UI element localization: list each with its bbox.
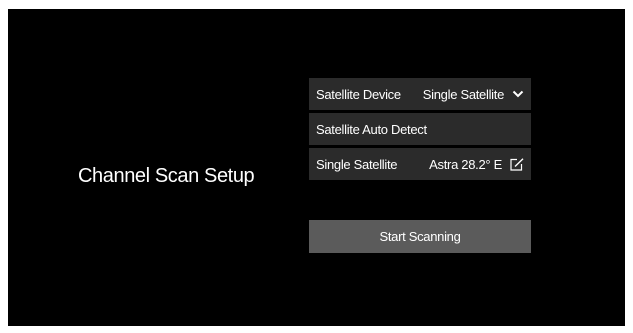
satellite-device-value: Single Satellite [422, 86, 505, 102]
single-satellite-value-group: Astra 28.2° E [429, 157, 524, 172]
start-scanning-button[interactable]: Start Scanning [309, 220, 531, 253]
tv-screen: Channel Scan Setup Satellite Device Sing… [8, 9, 625, 326]
single-satellite-setting[interactable]: Single Satellite Astra 28.2° E [309, 148, 531, 180]
single-satellite-value: Astra 28.2° E [429, 156, 502, 172]
satellite-device-setting[interactable]: Satellite Device Single Satellite [309, 78, 531, 110]
chevron-down-icon[interactable] [512, 90, 524, 98]
satellite-device-label: Satellite Device [316, 86, 401, 102]
satellite-auto-detect-label: Satellite Auto Detect [316, 121, 427, 137]
edit-icon[interactable] [510, 157, 524, 171]
single-satellite-label: Single Satellite [316, 156, 398, 172]
satellite-auto-detect-setting[interactable]: Satellite Auto Detect [309, 113, 531, 145]
page-title: Channel Scan Setup [78, 165, 255, 187]
satellite-device-value-group: Single Satellite [423, 87, 524, 102]
